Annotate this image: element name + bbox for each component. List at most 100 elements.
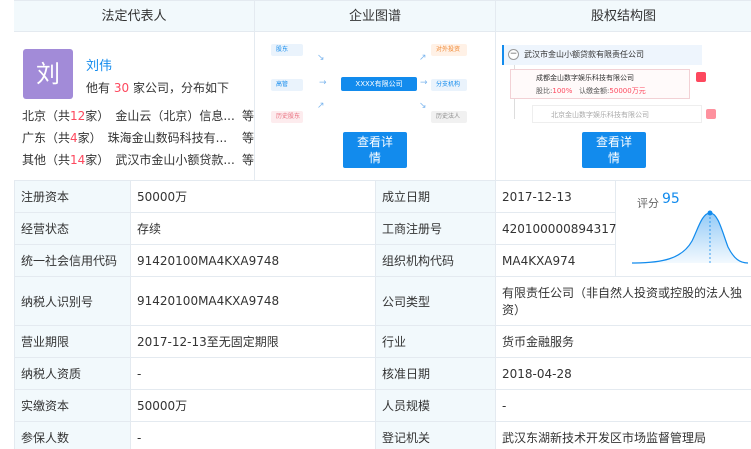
field-label: 人员规模 [375,389,496,422]
field-value: 有限责任公司（非自然人投资或控股的法人独资） [495,276,751,326]
graph-button-label: 查看详 情 [356,135,393,165]
field-label: 实缴资本 [14,389,131,422]
rep-summary-pre: 他有 [86,81,111,95]
field-value: 91420100MA4KXA9748 [130,244,376,277]
equity-child-meta: 股比:100% 认缴金额:50000万元 [536,85,689,98]
field-value: 货币金融服务 [495,325,751,358]
location-item[interactable]: 广东（共4家） 珠海金山数码科技有... 等 [22,127,254,149]
location-label-end: 家） [85,153,110,167]
graph-node-history-legal: 历史法人 [431,111,467,123]
field-value: - [495,389,751,422]
score-curve-icon [632,210,748,264]
field-label: 纳税人资质 [14,357,131,390]
tag-icon [696,72,706,82]
field-value: 武汉东湖新技术开发区市场监督管理局 [495,421,751,449]
graph-node-shareholder: 股东 [271,44,303,56]
field-label: 行业 [375,325,496,358]
location-label: 广东（共 [22,131,71,145]
location-item[interactable]: 北京（共12家） 金山云（北京）信息... 等 [22,105,254,127]
location-label-end: 家） [77,131,102,145]
equity-child-name: 成都金山数字娱乐科技有限公司 [536,74,634,82]
table-row: 纳税人识别号 91420100MA4KXA9748 公司类型 有限责任公司（非自… [14,276,751,326]
table-row: 参保人数 - 登记机关 武汉东湖新技术开发区市场监督管理局 [14,421,751,449]
graph-node-history-shareholder: 历史股东 [271,111,303,123]
graph-node-investment: 对外投资 [431,44,467,56]
field-value: - [130,357,376,390]
score-cell[interactable]: 评分 95 [615,180,751,277]
legal-rep-panel: 法定代表人 刘 刘伟 他有 30 家公司，分布如下 北京（共12家） 金山云（北… [14,1,255,180]
location-more: 等 [241,109,254,123]
field-value: - [130,421,376,449]
equity-root-node: 武汉市金山小额贷款有限责任公司 [502,45,702,65]
field-value: 2017-12-13至无固定期限 [130,325,376,358]
business-info-table: 注册资本 50000万 成立日期 2017-12-13 评分 95 经营状态 存… [14,180,751,449]
graph-node-center: XXXX有限公司 [341,77,417,91]
location-more: 等 [241,153,254,167]
field-value: 50000万 [130,180,376,213]
rep-company-count: 30 [113,81,130,95]
enterprise-graph-title: 企业图谱 [255,1,495,32]
graph-node-branch: 分支机构 [431,79,467,91]
equity-child-node: 成都金山数字娱乐科技有限公司 股比:100% 认缴金额:50000万元 [510,69,690,99]
location-company-link[interactable]: 武汉市金山小额贷款... [109,149,240,171]
rep-summary-post: 家公司，分布如下 [132,81,229,95]
ratio-value: 100% [552,87,573,95]
arrow-icon: ↗ [317,101,325,111]
field-label: 登记机关 [375,421,496,449]
arrow-icon: → [420,78,428,88]
location-item[interactable]: 其他（共14家） 武汉市金山小额贷款... 等 [22,149,254,171]
field-label: 参保人数 [14,421,131,449]
equity-child-node-2: 北京金山数字娱乐科技有限公司 [532,105,702,123]
graph-view-details-button[interactable]: 查看详 情 [343,132,407,168]
legal-rep-title: 法定代表人 [14,1,254,32]
location-count: 4 [70,131,78,145]
table-row: 纳税人资质 - 核准日期 2018-04-28 [14,357,751,390]
field-value: MA4KXA974 [495,244,616,277]
graph-node-executive: 高管 [271,79,303,91]
field-value: 50000万 [130,389,376,422]
table-row: 实缴资本 50000万 人员规模 - [14,389,751,422]
location-count: 12 [70,109,86,123]
rep-name-link[interactable]: 刘伟 [86,55,112,74]
location-label: 其他（共 [22,153,71,167]
table-row: 营业期限 2017-12-13至无固定期限 行业 货币金融服务 [14,325,751,358]
arrow-icon: ↘ [317,53,325,63]
location-list: 北京（共12家） 金山云（北京）信息... 等 广东（共4家） 珠海金山数码科技… [22,105,254,171]
field-label: 组织机构代码 [375,244,496,277]
field-label: 注册资本 [14,180,131,213]
field-label: 统一社会信用代码 [14,244,131,277]
arrow-icon: ↗ [419,53,427,63]
equity-structure-thumbnail[interactable]: 武汉市金山小额贷款有限责任公司 − 成都金山数字娱乐科技有限公司 股比:100%… [502,39,745,127]
field-value: 2018-04-28 [495,357,751,390]
rep-summary: 他有 30 家公司，分布如下 [86,79,229,96]
tag-icon [706,109,716,119]
location-label-end: 家） [85,109,110,123]
field-value: 420100000894317 [495,212,617,245]
field-value: 91420100MA4KXA9748 [130,276,376,326]
equity-structure-panel: 股权结构图 武汉市金山小额贷款有限责任公司 − 成都金山数字娱乐科技有限公司 股… [496,1,751,180]
enterprise-graph-panel: 企业图谱 股东 高管 历史股东 XXXX有限公司 对外投资 分支机构 历史法人 … [255,1,496,180]
location-company-link[interactable]: 金山云（北京）信息... [109,105,240,127]
equity-view-details-button[interactable]: 查看详 情 [582,132,646,168]
top-panels: 法定代表人 刘 刘伟 他有 30 家公司，分布如下 北京（共12家） 金山云（北… [14,0,751,180]
field-value: 2017-12-13 [495,180,616,213]
field-label: 公司类型 [375,276,496,326]
ratio-label: 股比: [536,87,553,95]
field-label: 营业期限 [14,325,131,358]
cap-value: 50000万元 [609,87,646,95]
table-row: 注册资本 50000万 成立日期 2017-12-13 评分 95 [14,180,751,277]
collapse-icon[interactable]: − [508,49,519,60]
arrow-icon: → [319,78,327,88]
equity-structure-title: 股权结构图 [496,1,751,32]
field-label: 经营状态 [14,212,131,245]
field-label: 成立日期 [375,180,496,213]
arrow-icon: ↘ [419,101,427,111]
location-label: 北京（共 [22,109,71,123]
field-label: 核准日期 [375,357,496,390]
location-company-link[interactable]: 珠海金山数码科技有... [102,127,240,149]
avatar[interactable]: 刘 [23,49,73,99]
enterprise-graph-thumbnail[interactable]: 股东 高管 历史股东 XXXX有限公司 对外投资 分支机构 历史法人 ↘ → ↗… [271,39,481,129]
field-label: 纳税人识别号 [14,276,131,326]
cap-label: 认缴金额: [579,87,610,95]
score-box: 评分 95 [622,181,748,276]
